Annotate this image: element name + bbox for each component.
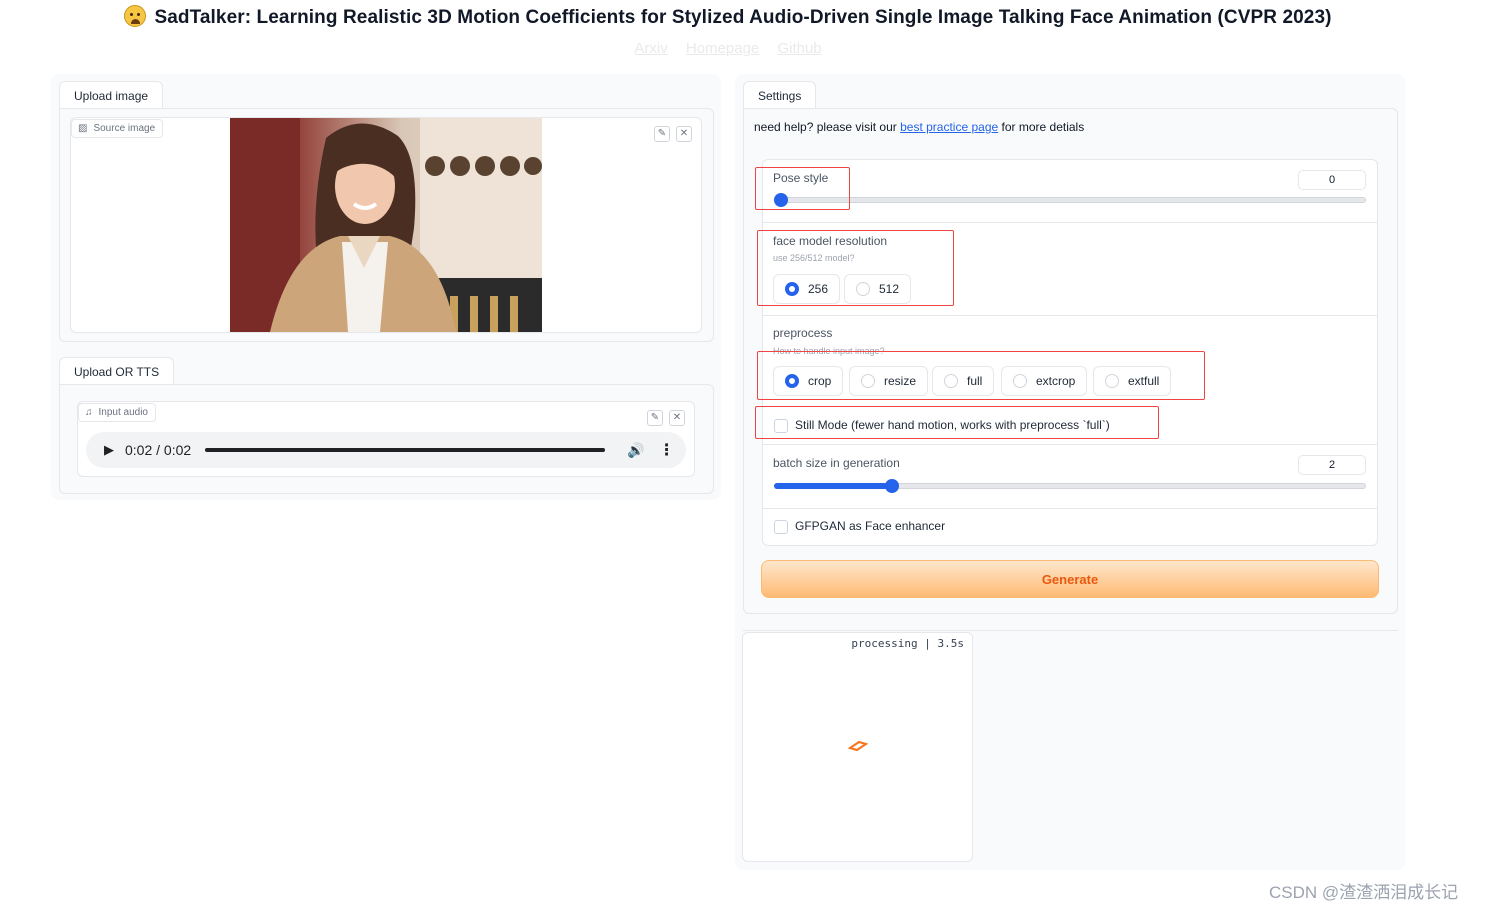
tab-upload-or-tts[interactable]: Upload OR TTS bbox=[59, 357, 175, 385]
audio-progress-track[interactable] bbox=[205, 448, 606, 452]
source-image-label-text: Source image bbox=[93, 123, 156, 134]
tab-settings-label: Settings bbox=[758, 89, 802, 103]
tab-upload-image-label: Upload image bbox=[74, 89, 149, 103]
highlight-preprocess bbox=[757, 351, 1205, 400]
best-practice-link[interactable]: best practice page bbox=[900, 120, 998, 134]
processing-status: processing | 3.5s bbox=[851, 637, 964, 650]
batch-size-label: batch size in generation bbox=[773, 456, 900, 470]
loading-spinner-icon bbox=[847, 740, 869, 752]
edit-audio-icon[interactable]: ✎ bbox=[647, 410, 663, 426]
batch-size-slider-fill bbox=[774, 483, 892, 489]
highlight-face-resolution bbox=[757, 230, 954, 306]
batch-size-input[interactable]: 2 bbox=[1298, 455, 1366, 475]
volume-icon[interactable]: 🔊 bbox=[627, 442, 644, 459]
source-image-illustration bbox=[230, 118, 542, 332]
audio-time: 0:02 / 0:02 bbox=[125, 442, 192, 458]
page-title: SadTalker: Learning Realistic 3D Motion … bbox=[0, 5, 1456, 29]
more-options-icon[interactable]: ⋮ bbox=[659, 440, 675, 460]
close-audio-icon[interactable]: ✕ bbox=[669, 410, 685, 426]
edit-icon[interactable]: ✎ bbox=[654, 126, 670, 142]
help-text: need help? please visit our best practic… bbox=[754, 120, 1084, 134]
input-audio-label-text: Input audio bbox=[98, 407, 149, 418]
pose-style-input[interactable]: 0 bbox=[1298, 170, 1366, 190]
gfpgan-label: GFPGAN as Face enhancer bbox=[795, 519, 946, 533]
source-image bbox=[230, 118, 542, 332]
batch-size-block bbox=[762, 444, 1378, 508]
page-title-text: SadTalker: Learning Realistic 3D Motion … bbox=[154, 7, 1332, 28]
highlight-pose-style bbox=[755, 167, 850, 210]
image-icon: ▨ bbox=[78, 123, 88, 134]
header-links: Arxiv Homepage Github bbox=[0, 40, 1456, 57]
tab-upload-or-tts-label: Upload OR TTS bbox=[74, 365, 160, 379]
tab-settings[interactable]: Settings bbox=[743, 81, 817, 109]
arxiv-link[interactable]: Arxiv bbox=[634, 40, 667, 57]
tab-upload-image[interactable]: Upload image bbox=[59, 81, 164, 109]
close-icon[interactable]: ✕ bbox=[676, 126, 692, 142]
play-icon[interactable]: ▶ bbox=[104, 442, 114, 458]
source-image-label: ▨ Source image bbox=[71, 119, 164, 138]
crying-face-icon bbox=[124, 5, 147, 27]
github-link[interactable]: Github bbox=[777, 40, 821, 57]
input-audio-label: ♫ Input audio bbox=[78, 403, 156, 422]
watermark: CSDN @渣渣洒泪成长记 bbox=[1269, 883, 1459, 902]
generate-button[interactable]: Generate bbox=[761, 560, 1379, 598]
pose-style-slider[interactable] bbox=[774, 197, 1366, 203]
music-note-icon: ♫ bbox=[85, 407, 93, 418]
batch-size-slider-thumb[interactable] bbox=[885, 479, 899, 493]
highlight-still-mode bbox=[755, 406, 1159, 439]
output-divider bbox=[743, 630, 1398, 631]
homepage-link[interactable]: Homepage bbox=[686, 40, 759, 57]
audio-player: ▶ 0:02 / 0:02 🔊 ⋮ bbox=[86, 432, 686, 468]
preprocess-label: preprocess bbox=[773, 326, 833, 340]
audio-progress-fill bbox=[205, 448, 606, 452]
generated-video-output: processing | 3.5s bbox=[742, 632, 973, 862]
help-suffix: for more detials bbox=[1001, 120, 1085, 134]
pose-style-block bbox=[762, 159, 1378, 222]
gfpgan-checkbox[interactable] bbox=[774, 520, 788, 534]
help-prefix: need help? please visit our bbox=[754, 120, 897, 134]
